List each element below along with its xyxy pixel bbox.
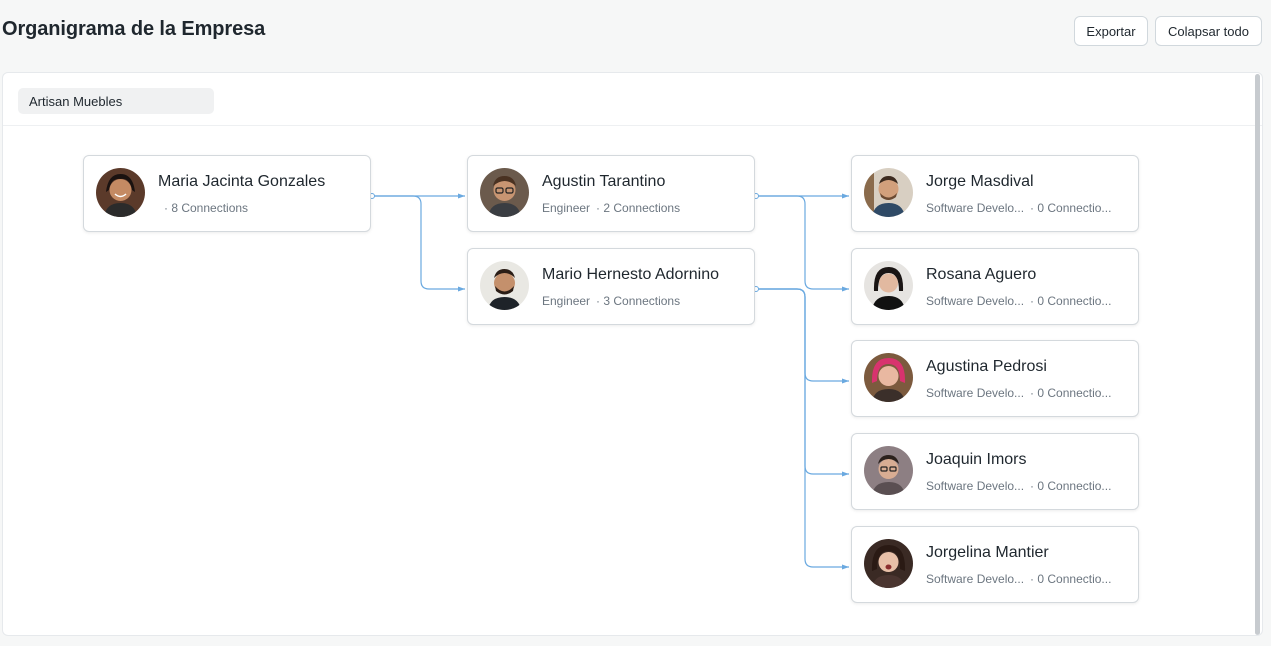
node-meta: Engineer · 3 Connections xyxy=(542,294,680,308)
node-role: Software Develo... xyxy=(926,386,1025,400)
node-meta: Software Develo... · 0 Connectio... xyxy=(926,386,1111,400)
node-connections: · 0 Connectio... xyxy=(1030,572,1112,586)
node-name: Rosana Aguero xyxy=(926,266,1037,283)
connector-mario-jorgelina xyxy=(756,288,849,570)
node-name: Jorgelina Mantier xyxy=(926,544,1049,561)
node-meta: Software Develo... · 0 Connectio... xyxy=(926,294,1111,308)
node-meta: Software Develo... · 0 Connectio... xyxy=(926,479,1111,493)
node-role: Software Develo... xyxy=(926,572,1025,586)
connector-mario-agustina xyxy=(756,288,849,384)
node-connections: · 8 Connections xyxy=(164,201,249,215)
org-node-rosana-aguero[interactable]: Rosana Aguero Software Develo... · 0 Con… xyxy=(851,248,1139,325)
node-role: Engineer xyxy=(542,294,591,308)
collapse-all-button[interactable]: Colapsar todo xyxy=(1155,16,1262,46)
female-avatar-photo-icon xyxy=(864,539,913,588)
male-avatar-photo-icon xyxy=(480,168,529,217)
node-meta: Software Develo... · 0 Connectio... xyxy=(926,572,1111,586)
female-avatar-photo-icon xyxy=(864,353,913,402)
male-avatar-photo-icon xyxy=(480,261,529,310)
node-connections: · 2 Connections xyxy=(596,201,681,215)
node-name: Joaquin Imors xyxy=(926,451,1027,468)
org-node-agustina-pedrosi[interactable]: Agustina Pedrosi Software Develo... · 0 … xyxy=(851,340,1139,417)
node-connections: · 0 Connectio... xyxy=(1030,386,1112,400)
female-avatar-photo-icon xyxy=(96,168,145,217)
org-node-agustin-tarantino[interactable]: Agustin Tarantino Engineer · 2 Connectio… xyxy=(467,155,755,232)
male-avatar-photo-icon xyxy=(864,446,913,495)
node-name: Jorge Masdival xyxy=(926,173,1034,190)
node-role: Software Develo... xyxy=(926,294,1025,308)
node-meta: · 8 Connections xyxy=(158,201,248,215)
node-connections: · 0 Connectio... xyxy=(1030,479,1112,493)
org-node-jorgelina-mantier[interactable]: Jorgelina Mantier Software Develo... · 0… xyxy=(851,526,1139,603)
female-avatar-photo-icon xyxy=(864,261,913,310)
node-name: Agustina Pedrosi xyxy=(926,358,1047,375)
node-connections: · 0 Connectio... xyxy=(1030,294,1112,308)
connector-agustin-rosana xyxy=(756,195,849,292)
org-node-maria-jacinta-gonzales[interactable]: Maria Jacinta Gonzales · 8 Connections xyxy=(83,155,371,232)
node-meta: Software Develo... · 0 Connectio... xyxy=(926,201,1111,215)
connector-maria-mario xyxy=(372,195,465,292)
node-name: Agustin Tarantino xyxy=(542,173,666,190)
org-node-joaquin-imors[interactable]: Joaquin Imors Software Develo... · 0 Con… xyxy=(851,433,1139,510)
node-role: Software Develo... xyxy=(926,201,1025,215)
node-name: Maria Jacinta Gonzales xyxy=(158,173,326,190)
node-name: Mario Hernesto Adornino xyxy=(542,266,719,283)
org-chart-canvas[interactable]: Artisan Muebles Maria Jacinta Gonzales ·… xyxy=(2,72,1263,636)
node-role: Software Develo... xyxy=(926,479,1025,493)
node-role: Engineer xyxy=(542,201,591,215)
vertical-scrollbar[interactable] xyxy=(1255,74,1260,635)
node-connections: · 3 Connections xyxy=(596,294,681,308)
export-button[interactable]: Exportar xyxy=(1074,16,1148,46)
node-meta: Engineer · 2 Connections xyxy=(542,201,680,215)
org-node-jorge-masdival[interactable]: Jorge Masdival Software Develo... · 0 Co… xyxy=(851,155,1139,232)
male-avatar-photo-icon xyxy=(864,168,913,217)
node-connections: · 0 Connectio... xyxy=(1030,201,1112,215)
page-title: Organigrama de la Empresa xyxy=(2,18,266,40)
org-node-mario-hernesto-adornino[interactable]: Mario Hernesto Adornino Engineer · 3 Con… xyxy=(467,248,755,325)
